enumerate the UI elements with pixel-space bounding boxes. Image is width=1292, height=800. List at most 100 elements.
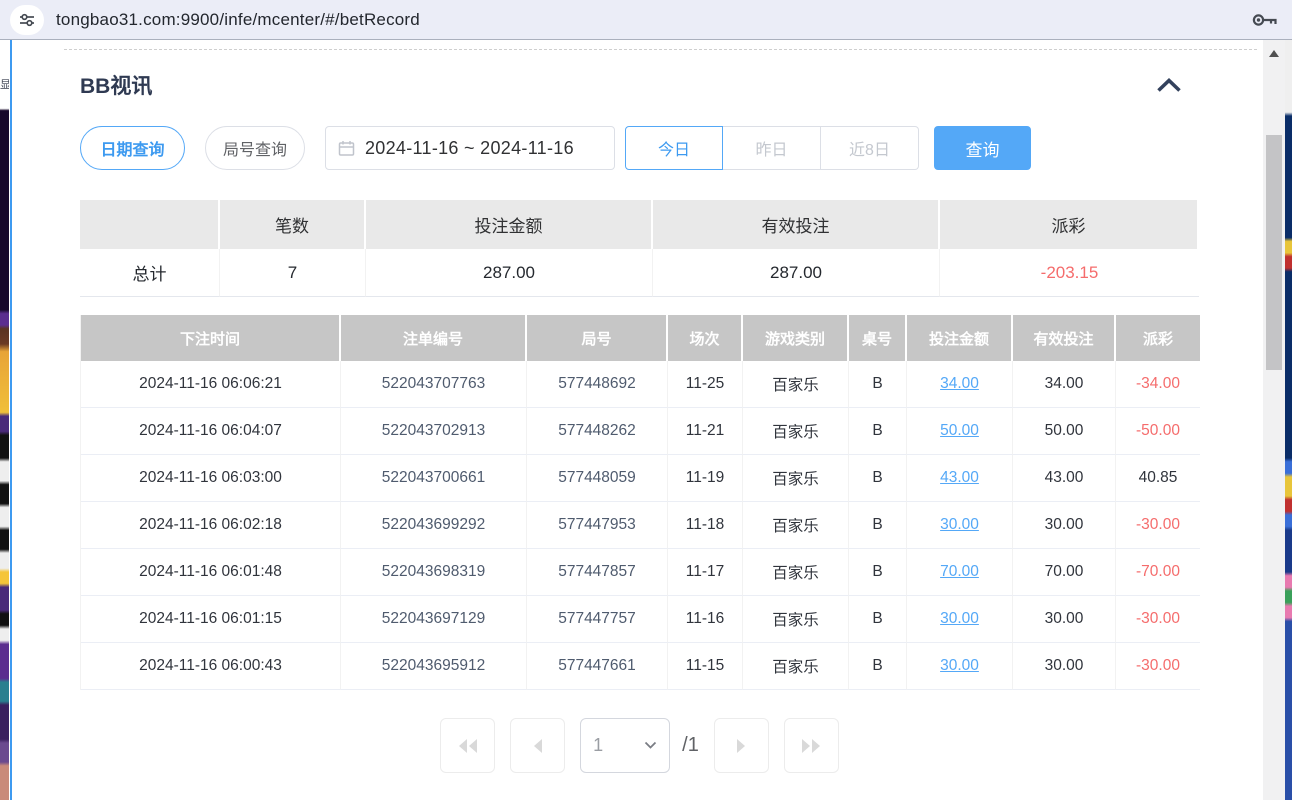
cell-session: 11-25	[668, 361, 743, 408]
cell-valid-bet: 30.00	[1013, 502, 1116, 549]
cell-valid-bet: 30.00	[1013, 643, 1116, 690]
cell-game-type: 百家乐	[743, 361, 849, 408]
cell-bet-number: 522043707763	[341, 361, 527, 408]
page-select[interactable]: 1	[580, 718, 670, 773]
calendar-icon	[338, 140, 355, 157]
cell-bet-amount: 34.00	[907, 361, 1013, 408]
cell-bet-amount: 70.00	[907, 549, 1013, 596]
cell-game-type: 百家乐	[743, 643, 849, 690]
cell-table-number: B	[849, 361, 907, 408]
scrollbar[interactable]	[1263, 40, 1285, 800]
cell-bet-number: 522043697129	[341, 596, 527, 643]
double-left-arrow-icon	[457, 738, 479, 754]
cell-bet-time: 2024-11-16 06:01:15	[81, 596, 341, 643]
double-right-arrow-icon	[800, 738, 822, 754]
round-query-button[interactable]: 局号查询	[205, 126, 305, 170]
today-button[interactable]: 今日	[625, 126, 723, 170]
cell-bet-number: 522043698319	[341, 549, 527, 596]
page-body: BB视讯 日期查询 局号查询	[0, 40, 1292, 800]
tune-icon	[18, 11, 36, 29]
cell-bet-amount: 50.00	[907, 408, 1013, 455]
table-header-cell: 派彩	[1116, 315, 1200, 361]
cell-payout: -30.00	[1116, 596, 1200, 643]
summary-count: 7	[220, 249, 366, 297]
cell-round-number: 577448692	[527, 361, 668, 408]
summary-header-cell: 派彩	[940, 200, 1199, 249]
cell-bet-time: 2024-11-16 06:03:00	[81, 455, 341, 502]
yesterday-button[interactable]: 昨日	[723, 126, 821, 170]
background-page-sliver-right	[1285, 40, 1292, 800]
cell-bet-number: 522043700661	[341, 455, 527, 502]
bet-amount-link[interactable]: 30.00	[940, 610, 979, 628]
quick-range-group: 今日 昨日 近8日	[625, 126, 919, 170]
cell-round-number: 577448059	[527, 455, 668, 502]
bet-record-table: 下注时间注单编号局号场次游戏类别桌号投注金额有效投注派彩2024-11-16 0…	[80, 315, 1199, 690]
pagination: 1 /1	[80, 718, 1199, 773]
table-header-cell: 场次	[668, 315, 743, 361]
cell-bet-amount: 30.00	[907, 596, 1013, 643]
bet-amount-link[interactable]: 30.00	[940, 657, 979, 675]
table-header-cell: 游戏类别	[743, 315, 849, 361]
cell-bet-time: 2024-11-16 06:00:43	[81, 643, 341, 690]
cell-bet-number: 522043702913	[341, 408, 527, 455]
cell-game-type: 百家乐	[743, 502, 849, 549]
cell-game-type: 百家乐	[743, 455, 849, 502]
cell-session: 11-18	[668, 502, 743, 549]
bet-amount-link[interactable]: 70.00	[940, 563, 979, 581]
scrollbar-up-arrow-icon[interactable]	[1263, 44, 1285, 62]
table-header-cell: 投注金额	[907, 315, 1013, 361]
background-page-sliver-left	[0, 40, 9, 800]
key-icon[interactable]	[1251, 11, 1278, 29]
bet-amount-link[interactable]: 30.00	[940, 516, 979, 534]
cell-table-number: B	[849, 408, 907, 455]
summary-table: 笔数投注金额有效投注派彩总计7287.00287.00-203.15	[80, 200, 1199, 297]
bet-amount-link[interactable]: 43.00	[940, 469, 979, 487]
cell-payout: -30.00	[1116, 643, 1200, 690]
site-info-button[interactable]	[10, 5, 44, 35]
cell-valid-bet: 34.00	[1013, 361, 1116, 408]
table-header-cell: 注单编号	[341, 315, 527, 361]
cell-session: 11-21	[668, 408, 743, 455]
bet-amount-link[interactable]: 34.00	[940, 375, 979, 393]
summary-header-cell: 投注金额	[366, 200, 653, 249]
cell-table-number: B	[849, 643, 907, 690]
filter-toolbar: 日期查询 局号查询 2024-11-16 ~ 2024-11-16 今日	[80, 126, 1199, 170]
summary-total-label: 总计	[80, 249, 220, 297]
cell-round-number: 577447757	[527, 596, 668, 643]
cell-payout: -30.00	[1116, 502, 1200, 549]
cell-session: 11-17	[668, 549, 743, 596]
cell-payout: 40.85	[1116, 455, 1200, 502]
date-query-button[interactable]: 日期查询	[80, 126, 185, 170]
cell-bet-time: 2024-11-16 06:01:48	[81, 549, 341, 596]
first-page-button[interactable]	[440, 718, 495, 773]
cell-round-number: 577447661	[527, 643, 668, 690]
summary-header-cell	[80, 200, 220, 249]
date-range-input[interactable]: 2024-11-16 ~ 2024-11-16	[325, 126, 615, 170]
table-header-cell: 下注时间	[81, 315, 341, 361]
chevron-down-icon	[644, 741, 657, 750]
last8days-button[interactable]: 近8日	[821, 126, 919, 170]
collapse-button[interactable]	[1155, 77, 1183, 94]
scrollbar-thumb[interactable]	[1266, 135, 1282, 370]
next-page-button[interactable]	[714, 718, 769, 773]
url-text[interactable]: tongbao31.com:9900/infe/mcenter/#/betRec…	[56, 10, 420, 30]
last-page-button[interactable]	[784, 718, 839, 773]
cell-game-type: 百家乐	[743, 596, 849, 643]
cell-bet-time: 2024-11-16 06:06:21	[81, 361, 341, 408]
bet-amount-link[interactable]: 50.00	[940, 422, 979, 440]
table-header-cell: 桌号	[849, 315, 907, 361]
search-button[interactable]: 查询	[934, 126, 1031, 170]
cell-session: 11-15	[668, 643, 743, 690]
cell-valid-bet: 30.00	[1013, 596, 1116, 643]
cell-valid-bet: 43.00	[1013, 455, 1116, 502]
prev-page-button[interactable]	[510, 718, 565, 773]
cell-payout: -70.00	[1116, 549, 1200, 596]
summary-payout: -203.15	[940, 249, 1199, 297]
browser-address-bar: tongbao31.com:9900/infe/mcenter/#/betRec…	[0, 0, 1292, 40]
cell-bet-amount: 43.00	[907, 455, 1013, 502]
left-arrow-icon	[530, 738, 546, 754]
summary-valid-bet: 287.00	[653, 249, 940, 297]
cell-table-number: B	[849, 596, 907, 643]
summary-bet-amount: 287.00	[366, 249, 653, 297]
cell-bet-amount: 30.00	[907, 643, 1013, 690]
